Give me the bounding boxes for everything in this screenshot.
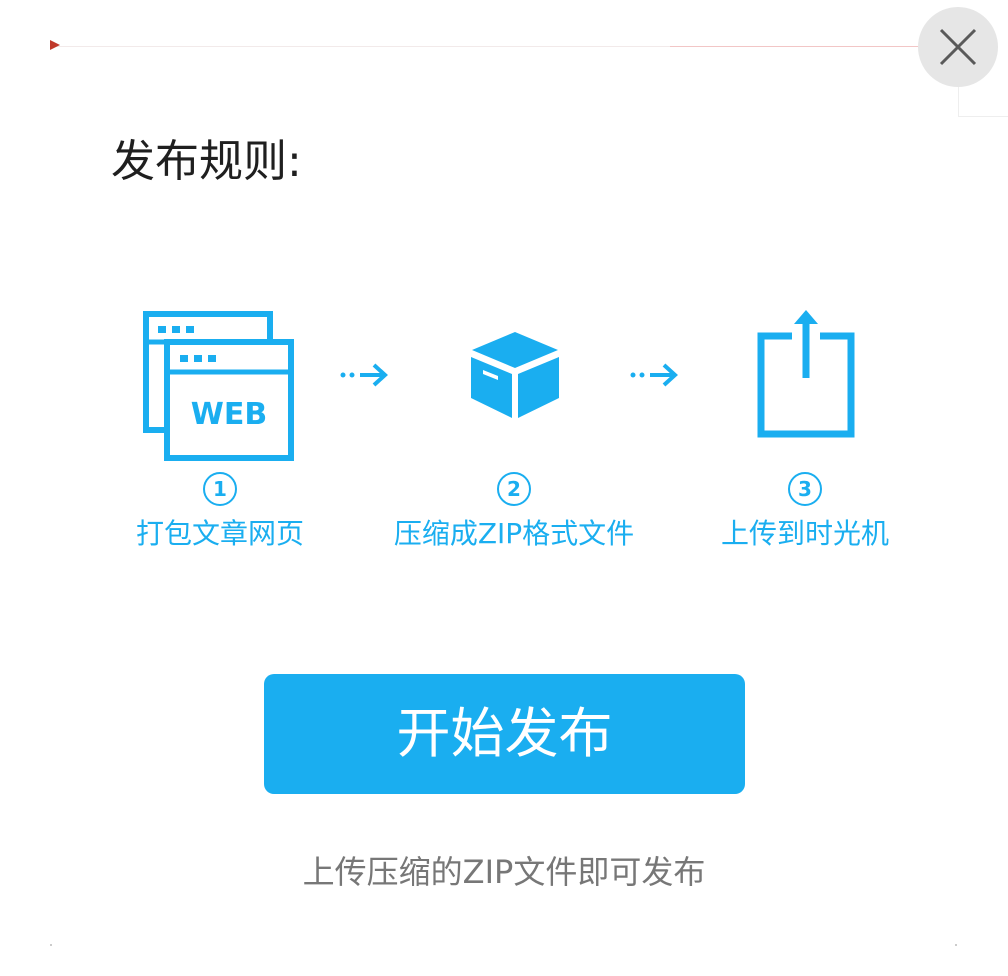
step-label-1: 打包文章网页 [135, 517, 304, 550]
publish-rules-dialog: 发布规则: WEB 1 2 3 打包文章网页 压缩成ZIP格式文件 上传到时光机… [0, 0, 1008, 976]
step-number-3: 3 [788, 472, 822, 506]
box-icon [471, 332, 559, 418]
corner-dot-right [955, 944, 957, 946]
corner-dot-left [50, 944, 52, 946]
step-label-3: 上传到时光机 [720, 517, 889, 550]
web-pages-icon: WEB [143, 311, 294, 461]
step-number-1: 1 [203, 472, 237, 506]
upload-icon [757, 310, 855, 438]
web-icon-text: WEB [191, 397, 267, 432]
arrow-right-icon [630, 363, 678, 387]
corner-marker [50, 40, 60, 50]
window-edge-accent [670, 46, 922, 47]
step-number-2: 2 [497, 472, 531, 506]
close-icon [939, 28, 977, 66]
start-publish-button[interactable]: 开始发布 [264, 674, 745, 794]
close-button[interactable] [918, 7, 998, 87]
dialog-title: 发布规则: [111, 136, 302, 187]
step-label-2: 压缩成ZIP格式文件 [393, 517, 635, 550]
arrow-right-icon [340, 363, 388, 387]
publish-hint: 上传压缩的ZIP文件即可发布 [302, 853, 706, 891]
